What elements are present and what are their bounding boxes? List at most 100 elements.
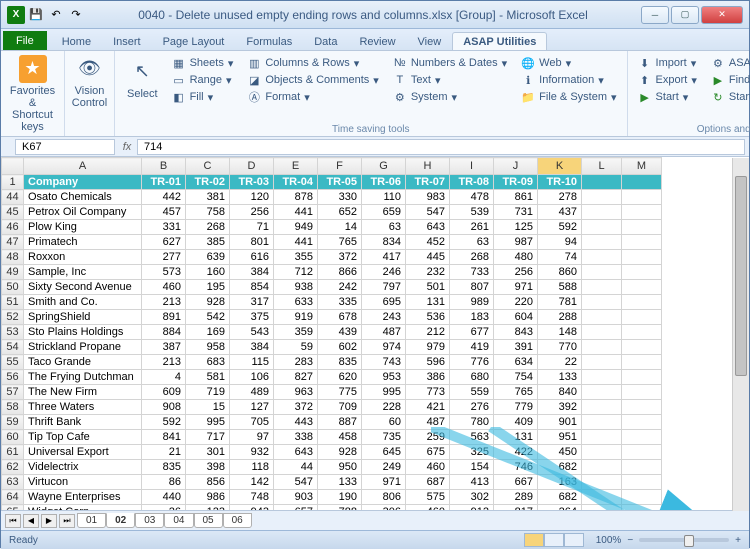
- row-header[interactable]: 49: [2, 265, 24, 280]
- row-header[interactable]: 46: [2, 220, 24, 235]
- cell[interactable]: 110: [362, 190, 406, 205]
- normal-view-button[interactable]: [524, 533, 544, 547]
- cell[interactable]: Widget Corp: [24, 505, 142, 511]
- cell[interactable]: 987: [494, 235, 538, 250]
- header-cell[interactable]: Company: [24, 175, 142, 190]
- col-header[interactable]: C: [186, 158, 230, 175]
- cell[interactable]: 901: [538, 415, 582, 430]
- cell[interactable]: 779: [494, 400, 538, 415]
- find-run-button[interactable]: ▶Find and run a utility: [707, 72, 750, 88]
- cell[interactable]: 120: [230, 190, 274, 205]
- cell[interactable]: 620: [318, 370, 362, 385]
- cell[interactable]: 989: [450, 295, 494, 310]
- cell[interactable]: 256: [230, 205, 274, 220]
- col-header[interactable]: J: [494, 158, 538, 175]
- cell[interactable]: 289: [494, 490, 538, 505]
- cell[interactable]: 131: [406, 295, 450, 310]
- cell[interactable]: 958: [186, 340, 230, 355]
- cell[interactable]: 705: [230, 415, 274, 430]
- cell[interactable]: 797: [362, 280, 406, 295]
- cell[interactable]: [622, 235, 662, 250]
- cell[interactable]: 887: [318, 415, 362, 430]
- cell[interactable]: 575: [406, 490, 450, 505]
- cell[interactable]: 616: [230, 250, 274, 265]
- sheet-tab[interactable]: 06: [223, 513, 252, 528]
- cell[interactable]: 781: [538, 295, 582, 310]
- cell[interactable]: 386: [406, 370, 450, 385]
- row-header[interactable]: 64: [2, 490, 24, 505]
- save-icon[interactable]: 💾: [27, 6, 45, 24]
- col-header[interactable]: D: [230, 158, 274, 175]
- sheet-nav-next[interactable]: ▶: [41, 514, 57, 528]
- cell[interactable]: 26: [142, 505, 186, 511]
- cell[interactable]: 928: [318, 445, 362, 460]
- page-break-view-button[interactable]: [564, 533, 584, 547]
- numbers-dates-button[interactable]: №Numbers & Dates ▾: [389, 55, 511, 71]
- export-button[interactable]: ⬆Export ▾: [634, 72, 701, 88]
- cell[interactable]: 243: [362, 310, 406, 325]
- row-header[interactable]: 63: [2, 475, 24, 490]
- cell[interactable]: 806: [362, 490, 406, 505]
- header-cell[interactable]: TR-08: [450, 175, 494, 190]
- cell[interactable]: 657: [274, 505, 318, 511]
- cell[interactable]: 301: [186, 445, 230, 460]
- cell[interactable]: [622, 400, 662, 415]
- undo-icon[interactable]: ↶: [47, 6, 65, 24]
- cell[interactable]: 678: [318, 310, 362, 325]
- cell[interactable]: 106: [230, 370, 274, 385]
- cell[interactable]: 971: [362, 475, 406, 490]
- cell[interactable]: 213: [142, 355, 186, 370]
- cell[interactable]: 460: [142, 280, 186, 295]
- cell[interactable]: 154: [450, 460, 494, 475]
- cell[interactable]: [582, 490, 622, 505]
- row-header[interactable]: 53: [2, 325, 24, 340]
- format-button[interactable]: ⒶFormat ▾: [243, 89, 382, 105]
- cell[interactable]: 974: [362, 340, 406, 355]
- cell[interactable]: 460: [406, 460, 450, 475]
- cell[interactable]: 746: [494, 460, 538, 475]
- cell[interactable]: 445: [406, 250, 450, 265]
- cell[interactable]: 384: [230, 265, 274, 280]
- cell[interactable]: The New Firm: [24, 385, 142, 400]
- cell[interactable]: Petrox Oil Company: [24, 205, 142, 220]
- cell[interactable]: [622, 460, 662, 475]
- cell[interactable]: [622, 505, 662, 511]
- cell[interactable]: 932: [230, 445, 274, 460]
- sheet-tab[interactable]: 04: [164, 513, 193, 528]
- cell[interactable]: SpringShield: [24, 310, 142, 325]
- cell[interactable]: Videlectrix: [24, 460, 142, 475]
- cell[interactable]: [582, 325, 622, 340]
- cell[interactable]: 950: [318, 460, 362, 475]
- cell[interactable]: 903: [274, 490, 318, 505]
- cell[interactable]: 682: [538, 490, 582, 505]
- cell[interactable]: Sixty Second Avenue: [24, 280, 142, 295]
- cell[interactable]: 306: [362, 505, 406, 511]
- start-last-button[interactable]: ↻Start last tool again: [707, 89, 750, 105]
- cell[interactable]: 335: [318, 295, 362, 310]
- cell[interactable]: 385: [186, 235, 230, 250]
- cell[interactable]: 439: [318, 325, 362, 340]
- cell[interactable]: 331: [142, 220, 186, 235]
- cell[interactable]: 183: [450, 310, 494, 325]
- cell[interactable]: 190: [318, 490, 362, 505]
- cell[interactable]: 609: [142, 385, 186, 400]
- cell[interactable]: 220: [494, 295, 538, 310]
- cell[interactable]: [622, 370, 662, 385]
- cell[interactable]: 995: [186, 415, 230, 430]
- zoom-slider[interactable]: [639, 538, 729, 542]
- cell[interactable]: Sample, Inc: [24, 265, 142, 280]
- cell[interactable]: [582, 220, 622, 235]
- cell[interactable]: Smith and Co.: [24, 295, 142, 310]
- cell[interactable]: [622, 490, 662, 505]
- sheet-nav-first[interactable]: ⏮: [5, 514, 21, 528]
- col-header[interactable]: B: [142, 158, 186, 175]
- cell[interactable]: 754: [494, 370, 538, 385]
- cell[interactable]: [582, 385, 622, 400]
- cell[interactable]: 770: [538, 340, 582, 355]
- cell[interactable]: 928: [186, 295, 230, 310]
- cell[interactable]: [582, 340, 622, 355]
- cell[interactable]: 268: [186, 220, 230, 235]
- cell[interactable]: 398: [186, 460, 230, 475]
- cell[interactable]: 719: [186, 385, 230, 400]
- cell[interactable]: 547: [274, 475, 318, 490]
